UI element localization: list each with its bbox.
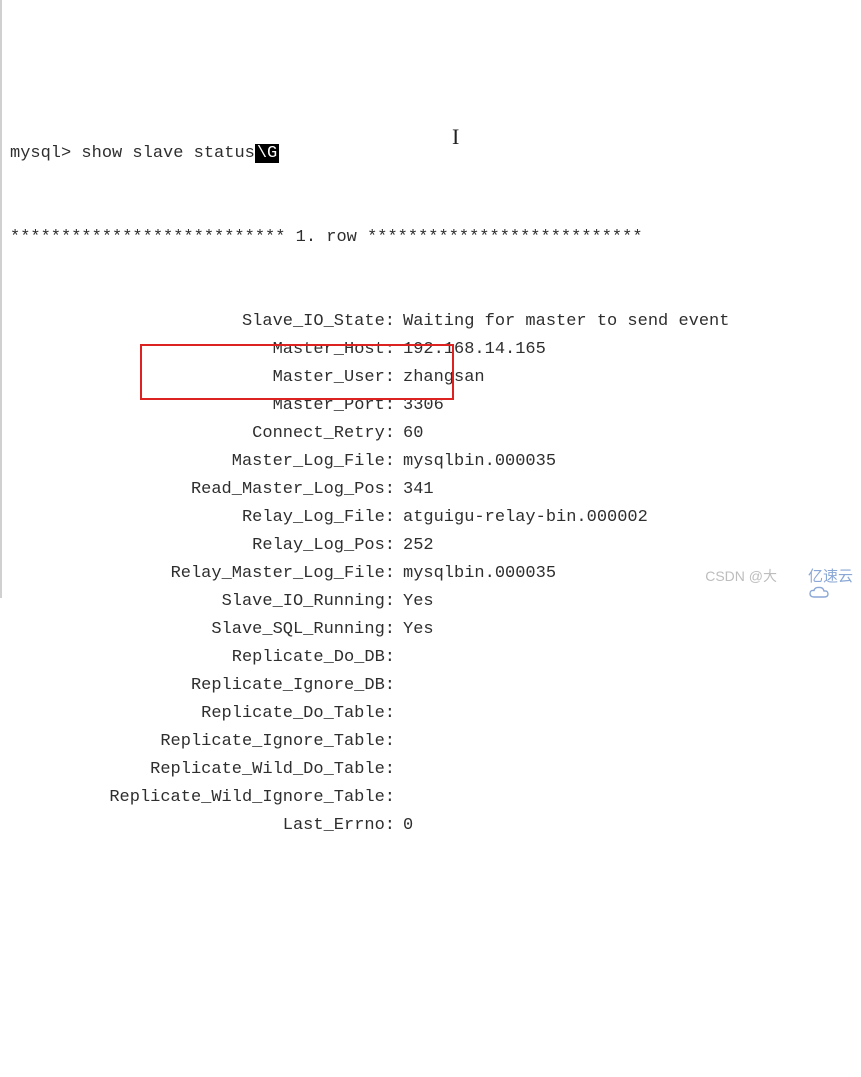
watermark: CSDN @大 亿速云 xyxy=(705,565,853,586)
field-row: Master_Log_File:mysqlbin.000035 xyxy=(10,448,853,476)
field-value: Yes xyxy=(395,616,434,644)
field-label: Last_Errno: xyxy=(10,812,395,840)
field-row: Read_Master_Log_Pos:341 xyxy=(10,476,853,504)
field-label: Replicate_Wild_Do_Table: xyxy=(10,756,395,784)
field-value xyxy=(395,700,403,728)
field-row: Slave_SQL_Running:Yes xyxy=(10,616,853,644)
field-value: 0 xyxy=(395,812,413,840)
field-value: 341 xyxy=(395,476,434,504)
field-row: Replicate_Wild_Do_Table: xyxy=(10,756,853,784)
field-row: Relay_Log_Pos:252 xyxy=(10,532,853,560)
field-row: Master_User:zhangsan xyxy=(10,364,853,392)
field-row: Connect_Retry:60 xyxy=(10,420,853,448)
field-row: Slave_IO_State:Waiting for master to sen… xyxy=(10,308,853,336)
field-label: Slave_IO_Running: xyxy=(10,588,395,616)
field-row: Replicate_Do_Table: xyxy=(10,700,853,728)
terminal-output: mysql> show slave status\G *************… xyxy=(10,84,853,868)
field-label: Slave_SQL_Running: xyxy=(10,616,395,644)
field-label: Replicate_Ignore_DB: xyxy=(10,672,395,700)
command-line[interactable]: mysql> show slave status\G xyxy=(10,140,853,168)
cursor-block: \G xyxy=(255,144,279,163)
field-value xyxy=(395,784,403,812)
cloud-icon xyxy=(783,569,805,583)
mysql-prompt: mysql> xyxy=(10,144,71,163)
sql-command: show slave status xyxy=(81,144,254,163)
field-row: Replicate_Do_DB: xyxy=(10,644,853,672)
field-label: Master_User: xyxy=(10,364,395,392)
field-value xyxy=(395,728,403,756)
field-row: Master_Host:192.168.14.165 xyxy=(10,336,853,364)
field-value: 60 xyxy=(395,420,423,448)
field-row: Replicate_Ignore_Table: xyxy=(10,728,853,756)
row-header: *************************** 1. row *****… xyxy=(10,224,853,252)
field-label: Relay_Log_Pos: xyxy=(10,532,395,560)
field-label: Master_Log_File: xyxy=(10,448,395,476)
field-value: Yes xyxy=(395,588,434,616)
field-value: 192.168.14.165 xyxy=(395,336,546,364)
field-label: Replicate_Do_Table: xyxy=(10,700,395,728)
field-row: Relay_Log_File:atguigu-relay-bin.000002 xyxy=(10,504,853,532)
field-label: Connect_Retry: xyxy=(10,420,395,448)
field-label: Replicate_Ignore_Table: xyxy=(10,728,395,756)
field-value xyxy=(395,672,403,700)
field-value xyxy=(395,644,403,672)
field-label: Master_Host: xyxy=(10,336,395,364)
field-value: Waiting for master to send event xyxy=(395,308,729,336)
field-label: Master_Port: xyxy=(10,392,395,420)
field-row: Master_Port:3306 xyxy=(10,392,853,420)
field-value: 252 xyxy=(395,532,434,560)
field-row: Slave_IO_Running:Yes xyxy=(10,588,853,616)
csdn-watermark: CSDN @大 xyxy=(705,566,777,586)
field-label: Slave_IO_State: xyxy=(10,308,395,336)
field-value xyxy=(395,756,403,784)
field-row: Replicate_Ignore_DB: xyxy=(10,672,853,700)
field-label: Replicate_Do_DB: xyxy=(10,644,395,672)
field-label: Read_Master_Log_Pos: xyxy=(10,476,395,504)
field-label: Relay_Log_File: xyxy=(10,504,395,532)
field-value: mysqlbin.000035 xyxy=(395,560,556,588)
field-value: 3306 xyxy=(395,392,444,420)
field-row: Last_Errno:0 xyxy=(10,812,853,840)
field-label: Relay_Master_Log_File: xyxy=(10,560,395,588)
yisu-watermark: 亿速云 xyxy=(783,565,853,586)
field-label: Replicate_Wild_Ignore_Table: xyxy=(10,784,395,812)
field-value: mysqlbin.000035 xyxy=(395,448,556,476)
field-value: zhangsan xyxy=(395,364,485,392)
field-value: atguigu-relay-bin.000002 xyxy=(395,504,648,532)
field-row: Replicate_Wild_Ignore_Table: xyxy=(10,784,853,812)
